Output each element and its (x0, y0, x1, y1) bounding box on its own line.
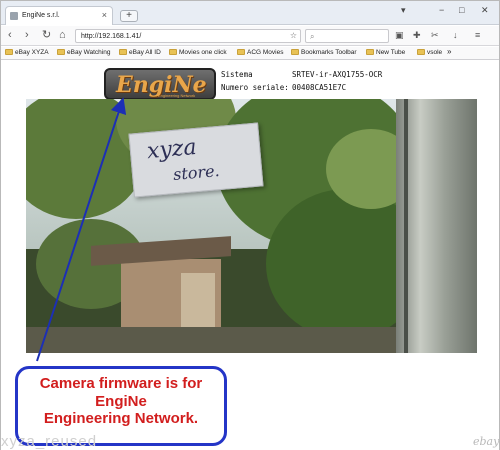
bookmark-item[interactable]: vsole (417, 49, 442, 56)
note-line-1: xyza (146, 134, 198, 165)
callout-line-1: Camera firmware is for (39, 375, 203, 392)
folder-icon (417, 49, 425, 55)
tab-engine[interactable]: EngiNe s.r.l. × (5, 6, 113, 25)
minimize-icon[interactable]: − (439, 5, 444, 15)
bookmark-item[interactable]: New Tube (366, 49, 405, 56)
window-edge (404, 99, 408, 353)
search-box[interactable]: ⌕ (305, 29, 389, 43)
bookmark-item[interactable]: ACG Movies (237, 49, 283, 56)
folder-icon (237, 49, 245, 55)
close-tab-icon[interactable]: × (102, 10, 107, 20)
folder-icon (291, 49, 299, 55)
search-icon: ⌕ (310, 32, 315, 41)
navigation-bar: ‹ › ↻ ⌂ http://192.168.1.41/ ☆ ⌕ ▣ ✚ ✂ ↓… (1, 26, 499, 46)
reload-icon[interactable]: ↻ (42, 30, 51, 41)
bookmark-item[interactable]: eBay Watching (57, 49, 110, 56)
callout-line-2: EngiNe (95, 392, 147, 410)
new-tab-button[interactable]: + (120, 10, 138, 22)
page-content: EngiNe Engineering Network Sistema SRTEV… (1, 61, 499, 450)
bookmark-star-icon[interactable]: ☆ (290, 31, 297, 40)
folder-icon (169, 49, 177, 55)
bookmarks-bar: eBay XYZA eBay Watching eBay All ID Movi… (1, 47, 499, 60)
logo-subtitle: Engineering Network (158, 93, 196, 98)
serial-label: Numero seriale: (221, 83, 289, 92)
ebay-watermark: ebay (473, 435, 499, 448)
menu-icon[interactable]: ≡ (475, 30, 480, 40)
handwritten-note: xyza store. (128, 122, 264, 198)
engine-logo: EngiNe Engineering Network (104, 68, 216, 100)
bookmark-item[interactable]: eBay XYZA (5, 49, 49, 56)
page-favicon-icon (10, 12, 18, 20)
more-bookmarks-icon[interactable]: » (447, 47, 451, 56)
extension-icon[interactable]: ▣ (395, 30, 404, 41)
download-icon[interactable]: ↓ (453, 30, 458, 40)
tools-icon[interactable]: ✂ (431, 30, 439, 41)
sistema-label: Sistema (221, 70, 253, 79)
home-icon[interactable]: ⌂ (59, 30, 66, 41)
bookmark-item[interactable]: eBay All ID (119, 49, 161, 56)
folder-icon (366, 49, 374, 55)
camera-live-view: xyza store. (26, 99, 477, 353)
serial-value: 00408CA51E7C (292, 83, 347, 92)
folder-icon (5, 49, 13, 55)
tab-bar: EngiNe s.r.l. × + ▾ − □ ✕ (1, 1, 499, 25)
tab-title: EngiNe s.r.l. (22, 12, 60, 19)
callout-line-3: Engineering Network. (43, 410, 199, 427)
close-window-icon[interactable]: ✕ (481, 5, 489, 16)
back-icon[interactable]: ‹ (8, 30, 12, 41)
sistema-value: SRTEV-ir-AXQ1755-OCR (292, 70, 383, 79)
address-bar[interactable]: http://192.168.1.41/ ☆ (75, 29, 301, 43)
forward-icon[interactable]: › (25, 30, 29, 41)
folder-icon (119, 49, 127, 55)
browser-window: EngiNe s.r.l. × + ▾ − □ ✕ ‹ › ↻ ⌂ http:/… (0, 0, 500, 450)
addon-icon[interactable]: ✚ (413, 30, 421, 41)
window-frame (396, 99, 477, 353)
note-line-2: store. (172, 161, 221, 185)
user-icon[interactable]: ▾ (401, 5, 406, 16)
url-text: http://192.168.1.41/ (81, 33, 142, 40)
maximize-icon[interactable]: □ (459, 5, 464, 15)
folder-icon (57, 49, 65, 55)
bookmark-item[interactable]: Movies one click (169, 49, 227, 56)
bookmark-item[interactable]: Bookmarks Toolbar (291, 49, 357, 56)
watermark: xyza_reused (1, 433, 98, 450)
